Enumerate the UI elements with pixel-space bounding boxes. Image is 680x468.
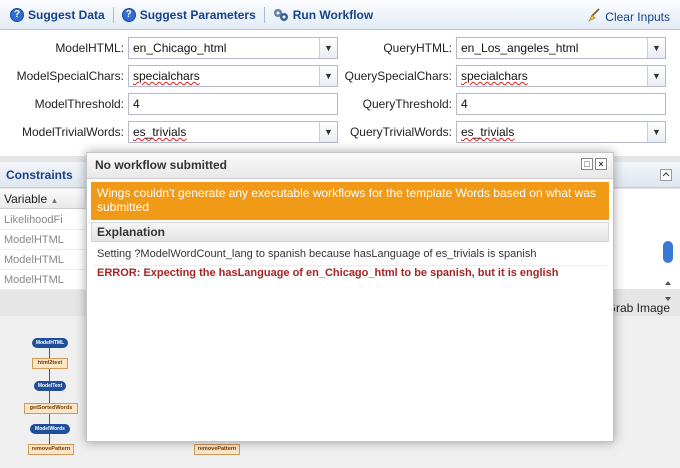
chevron-down-icon[interactable]: ▼ [319,38,337,58]
graph-node[interactable]: getSortedWords [24,403,78,414]
chevron-down-icon[interactable]: ▼ [647,38,665,58]
graph-node[interactable]: ModelText [34,381,66,391]
model-special-chars-select[interactable]: specialchars ▼ [128,65,338,87]
model-threshold-label: ModelThreshold: [34,97,124,111]
variable-column-label: Variable [4,192,48,206]
query-special-chars-select[interactable]: specialchars ▼ [456,65,666,87]
model-special-chars-value: specialchars [133,69,200,83]
broom-icon [587,8,601,25]
graph-node[interactable]: removePattern [194,444,240,455]
suggest-parameters-button[interactable]: ? Suggest Parameters [121,7,256,22]
query-html-label: QueryHTML: [383,41,452,55]
run-workflow-label: Run Workflow [292,7,374,22]
query-html-value: en_Los_angeles_html [461,41,579,55]
clear-inputs-label: Clear Inputs [605,9,670,24]
graph-edge [49,391,50,403]
model-trivial-words-select[interactable]: es_trivials ▼ [128,121,338,143]
model-threshold-input[interactable]: 4 [128,93,338,115]
divider [93,265,607,266]
no-workflow-dialog: No workflow submitted □ × Wings couldn't… [86,152,614,442]
table-row[interactable]: ModelHTML [0,250,86,270]
query-trivial-words-value: es_trivials [461,125,515,139]
toolbar: ? Suggest Data ? Suggest Parameters Run … [0,0,680,30]
maximize-icon[interactable]: □ [581,158,593,170]
chevron-down-icon[interactable]: ▼ [647,122,665,142]
toolbar-divider [263,6,265,23]
error-banner: Wings couldn't generate any executable w… [91,182,609,220]
run-workflow-button[interactable]: Run Workflow [273,8,373,22]
query-special-chars-value: specialchars [461,69,528,83]
form-row: ModelThreshold: 4 QueryThreshold: 4 [0,93,680,117]
close-icon[interactable]: × [595,158,607,170]
model-trivial-words-value: es_trivials [133,125,187,139]
explanation-info-message: Setting ?ModelWordCount_lang to spanish … [97,248,537,260]
help-icon: ? [121,7,136,22]
graph-node[interactable]: html2text [32,358,68,369]
suggest-data-label: Suggest Data [28,7,105,22]
chevron-down-icon[interactable]: ▼ [319,66,337,86]
graph-edge [49,369,50,381]
constraints-title: Constraints [6,168,73,182]
model-special-chars-label: ModelSpecialChars: [16,69,124,83]
input-form: ModelHTML: en_Chicago_html ▼ QueryHTML: … [0,31,680,155]
table-row[interactable]: LikelihoodFi [0,210,86,230]
model-html-label: ModelHTML: [55,41,124,55]
graph-node[interactable]: ModelHTML [32,338,68,348]
form-row: ModelTrivialWords: es_trivials ▼ QueryTr… [0,121,680,145]
dialog-title: No workflow submitted [95,158,227,172]
chevron-down-icon[interactable]: ▼ [319,122,337,142]
query-trivial-words-label: QueryTrivialWords: [349,125,452,139]
grab-image-button[interactable]: Grab Image [607,301,670,315]
table-row[interactable]: ModelHTML [0,230,86,250]
explanation-error-message: ERROR: Expecting the hasLanguage of en_C… [97,267,559,279]
graph-edge [49,348,50,358]
gears-icon [273,8,289,22]
variable-column-header[interactable]: Variable ▲ [0,189,86,209]
query-html-select[interactable]: en_Los_angeles_html ▼ [456,37,666,59]
query-threshold-label: QueryThreshold: [362,97,452,111]
dialog-title-bar[interactable]: No workflow submitted □ × [87,153,613,179]
dialog-tools: □ × [581,158,607,170]
query-threshold-input[interactable]: 4 [456,93,666,115]
help-icon: ? [10,7,24,22]
graph-edge [49,414,50,424]
graph-edge [49,434,50,444]
suggest-data-button[interactable]: ? Suggest Data [10,7,105,22]
chevron-down-icon[interactable]: ▼ [647,66,665,86]
clear-inputs-button[interactable]: Clear Inputs [587,8,670,25]
form-row: ModelSpecialChars: specialchars ▼ QueryS… [0,65,680,89]
suggest-parameters-label: Suggest Parameters [139,7,256,22]
explanation-header: Explanation [91,222,609,242]
query-threshold-value: 4 [461,97,468,111]
model-threshold-value: 4 [133,97,140,111]
collapse-icon[interactable] [656,162,676,188]
toolbar-divider [112,6,114,23]
graph-node[interactable]: removePattern [28,444,74,455]
query-special-chars-label: QuerySpecialChars: [344,69,452,83]
model-html-select[interactable]: en_Chicago_html ▼ [128,37,338,59]
sort-ascending-icon: ▲ [50,196,59,205]
model-html-value: en_Chicago_html [133,41,227,55]
table-row[interactable]: ModelHTML [0,270,86,290]
form-row: ModelHTML: en_Chicago_html ▼ QueryHTML: … [0,37,680,61]
model-trivial-words-label: ModelTrivialWords: [21,125,124,139]
graph-node[interactable]: ModelWords [30,424,70,434]
query-trivial-words-select[interactable]: es_trivials ▼ [456,121,666,143]
